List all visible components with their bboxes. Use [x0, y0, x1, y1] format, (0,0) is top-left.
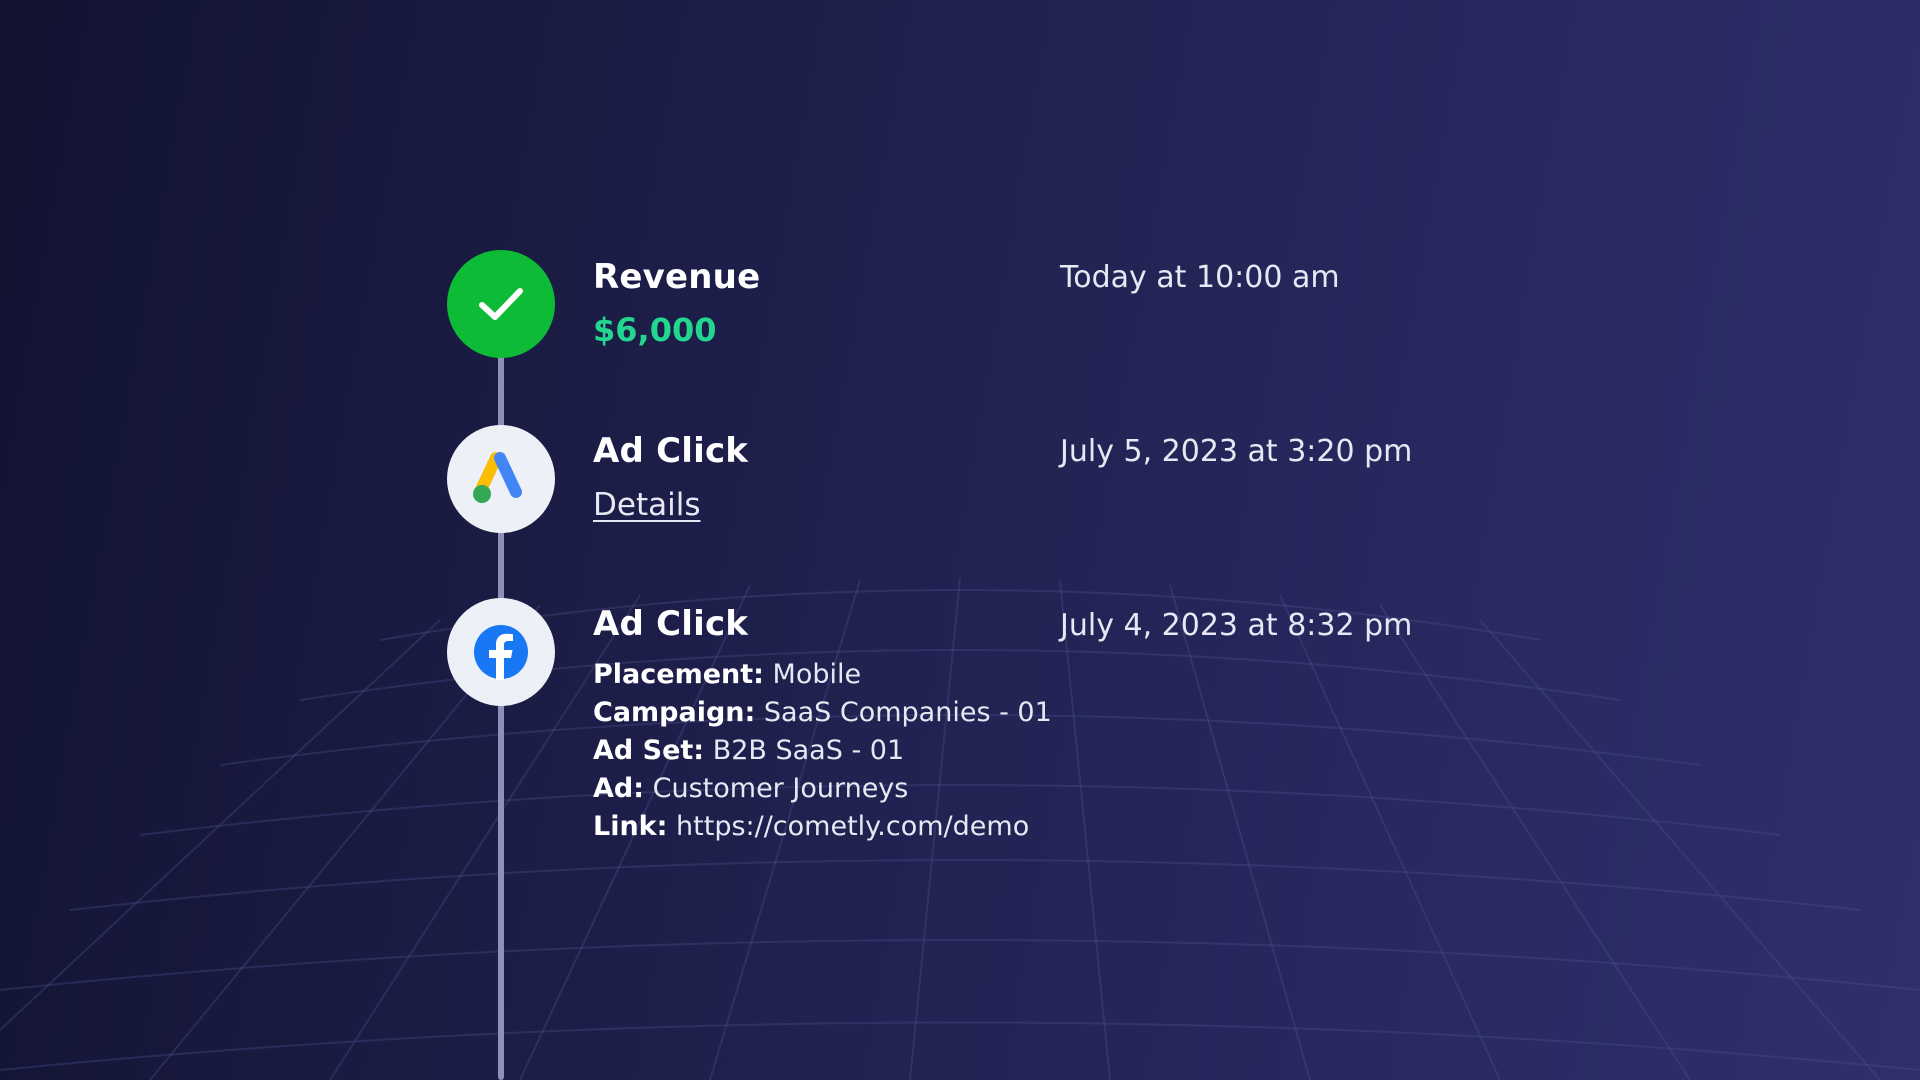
detail-link-value[interactable]: https://cometly.com/demo [676, 811, 1029, 842]
customer-journey-timeline: Revenue $6,000 Today at 10:00 am Ad Clic… [0, 0, 1920, 1080]
revenue-amount: $6,000 [593, 311, 717, 349]
detail-campaign: Campaign: SaaS Companies - 01 [593, 694, 1052, 732]
detail-value: Mobile [772, 659, 862, 690]
check-icon [479, 288, 523, 320]
google-ads-icon [473, 452, 522, 503]
detail-value: SaaS Companies - 01 [763, 697, 1052, 728]
detail-placement: Placement: Mobile [593, 656, 1052, 694]
google-ads-event-badge [447, 425, 555, 533]
detail-link: Link: https://cometly.com/demo [593, 808, 1052, 846]
google-ad-details-link[interactable]: Details [593, 487, 700, 523]
detail-ad: Ad: Customer Journeys [593, 770, 1052, 808]
revenue-event-badge [447, 250, 555, 358]
detail-label: Placement: [593, 659, 764, 690]
detail-value: Customer Journeys [652, 773, 909, 804]
detail-label: Link: [593, 811, 668, 842]
google-ad-click-title: Ad Click [593, 431, 749, 471]
facebook-ad-click-title: Ad Click [593, 604, 749, 644]
detail-label: Ad Set: [593, 735, 705, 766]
facebook-ad-details: Placement: Mobile Campaign: SaaS Compani… [593, 656, 1052, 846]
facebook-icon [474, 625, 528, 680]
detail-label: Campaign: [593, 697, 756, 728]
revenue-event-title: Revenue [593, 257, 761, 297]
revenue-event-time: Today at 10:00 am [1060, 260, 1340, 295]
detail-ad-set: Ad Set: B2B SaaS - 01 [593, 732, 1052, 770]
google-ad-click-time: July 5, 2023 at 3:20 pm [1060, 434, 1413, 469]
detail-value: B2B SaaS - 01 [712, 735, 905, 766]
facebook-event-badge [447, 598, 555, 706]
facebook-ad-click-time: July 4, 2023 at 8:32 pm [1060, 608, 1413, 643]
detail-label: Ad: [593, 773, 645, 804]
